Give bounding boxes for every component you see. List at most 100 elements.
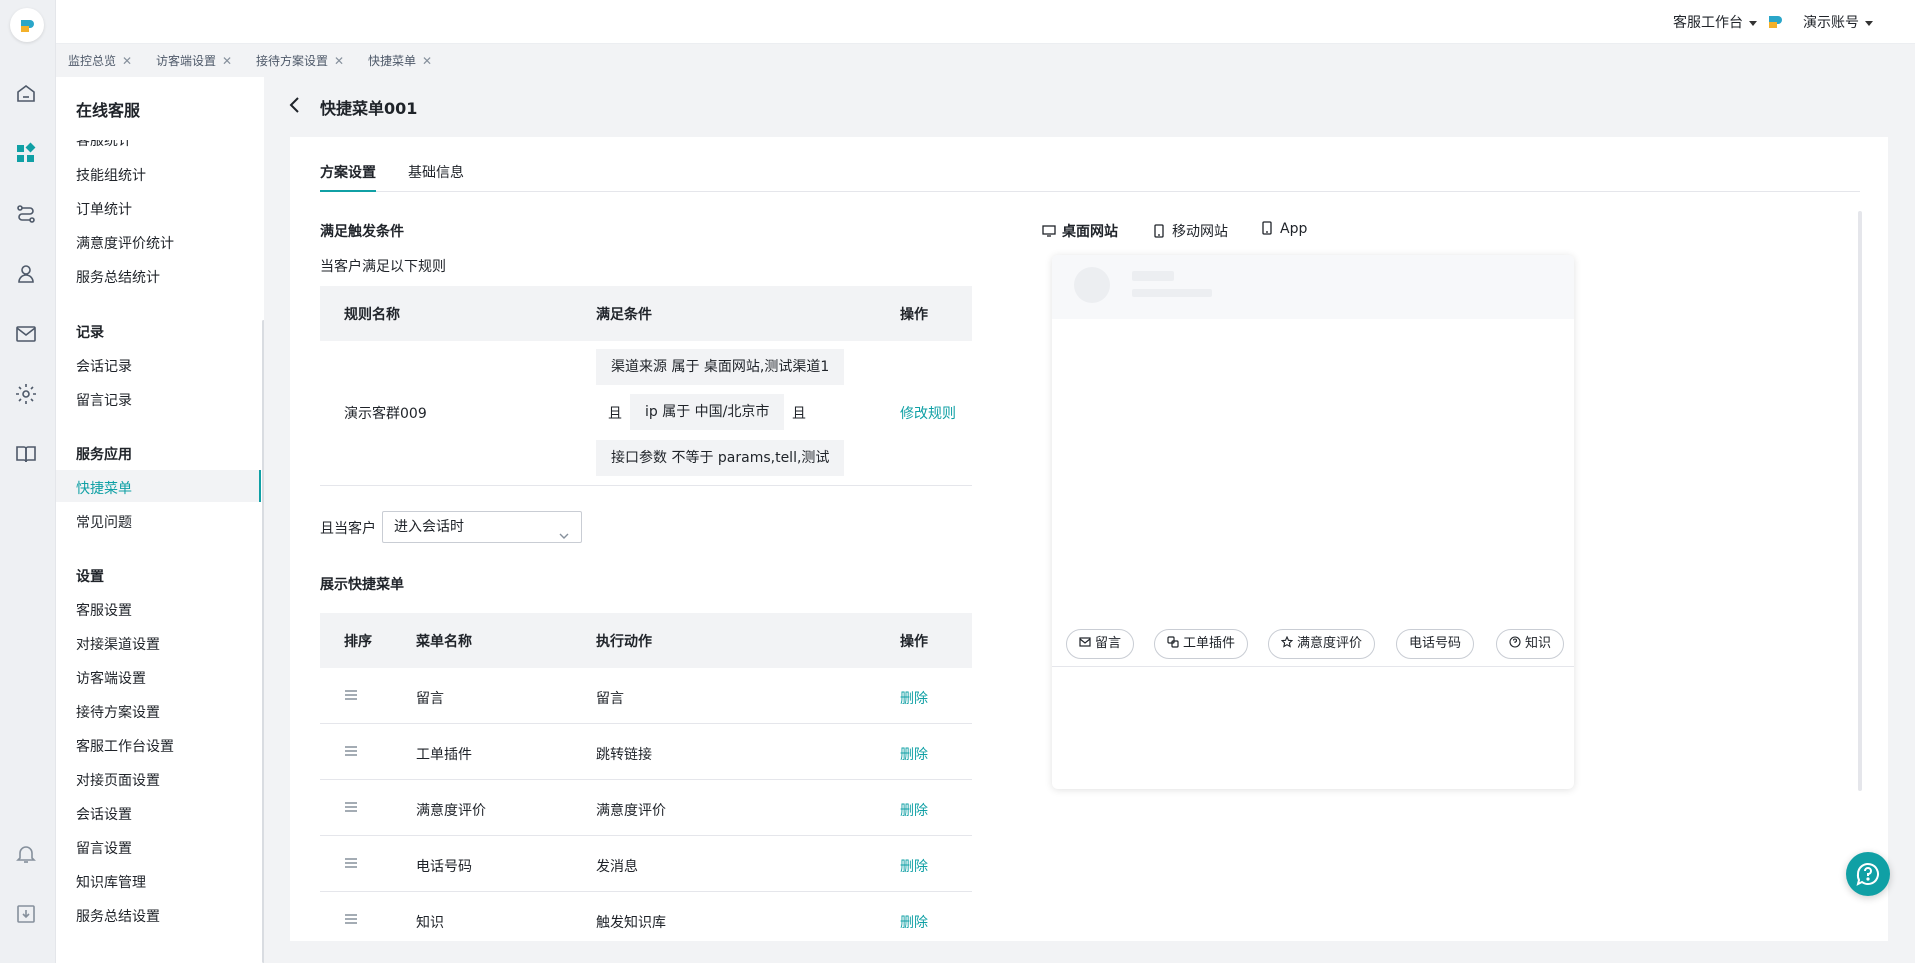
help-button[interactable] — [1846, 852, 1890, 896]
quick-chip[interactable]: 留言 — [1066, 629, 1135, 659]
gear-icon[interactable] — [14, 382, 38, 406]
avatar-placeholder — [1074, 267, 1110, 303]
book-icon[interactable] — [14, 442, 38, 466]
table-row: 电话号码 发消息 删除 — [320, 836, 972, 892]
account-dropdown[interactable]: 演示账号 — [1803, 12, 1873, 32]
col-condition: 满足条件 — [596, 307, 652, 323]
table-row: 满意度评价 满意度评价 删除 — [320, 780, 972, 836]
download-icon[interactable] — [14, 902, 38, 926]
sidebar-item-message-records[interactable]: 留言记录 — [76, 390, 132, 410]
when-select[interactable]: 进入会话时 — [382, 511, 582, 543]
sidebar-item-knowledge-settings[interactable]: 知识库管理 — [76, 872, 146, 892]
sidebar-item-summary-settings[interactable]: 服务总结设置 — [76, 906, 160, 926]
delete-link[interactable]: 删除 — [900, 912, 928, 932]
close-icon[interactable]: ✕ — [122, 54, 132, 68]
page-tabs: 监控总览 ✕ 访客端设置 ✕ 接待方案设置 ✕ 快捷菜单 ✕ — [56, 44, 1915, 77]
sidebar-item-order-stats[interactable]: 订单统计 — [76, 199, 132, 219]
mail-icon — [1079, 631, 1091, 647]
device-tab-mobile-web[interactable]: 移动网站 — [1152, 221, 1228, 241]
workspace-label: 客服工作台 — [1673, 15, 1743, 31]
tab-ink-bar — [320, 190, 376, 192]
menu-section-title: 展示快捷菜单 — [320, 577, 404, 593]
sidebar-item-quick-menu[interactable]: 快捷菜单 — [76, 478, 132, 498]
app-logo[interactable] — [10, 8, 44, 42]
close-icon[interactable]: ✕ — [222, 54, 232, 68]
quick-chip[interactable]: 满意度评价 — [1268, 629, 1376, 659]
link-icon — [1167, 631, 1179, 648]
col-sort: 排序 — [344, 634, 372, 650]
tab-visitor-settings[interactable]: 访客端设置 ✕ — [156, 52, 232, 69]
quick-chip[interactable]: 电话号码 — [1396, 629, 1475, 659]
grid-icon[interactable] — [14, 142, 38, 166]
tab-label: 接待方案设置 — [256, 54, 329, 68]
back-icon[interactable] — [288, 95, 302, 115]
sidebar-item-satisfaction-stats[interactable]: 满意度评价统计 — [76, 233, 174, 253]
user-icon[interactable] — [14, 262, 38, 286]
menu-table: 排序 菜单名称 执行动作 操作 留言 留言 删除 工单插件 跳转链接 删除 满意… — [320, 613, 972, 941]
sidebar-item-faq[interactable]: 常见问题 — [76, 512, 132, 532]
skeleton-line — [1132, 289, 1212, 297]
home-icon[interactable] — [14, 82, 38, 106]
device-tab-app[interactable]: App — [1260, 221, 1307, 237]
chat-preview: 留言 工单插件 满意度评价 电话号码 知识 — [1052, 255, 1574, 789]
close-icon[interactable]: ✕ — [334, 54, 344, 68]
route-icon[interactable] — [14, 202, 38, 226]
tab-label: 监控总览 — [68, 54, 117, 68]
sidebar-item-message-settings[interactable]: 留言设置 — [76, 838, 132, 858]
mail-icon[interactable] — [14, 322, 38, 346]
delete-link[interactable]: 删除 — [900, 856, 928, 876]
quick-chip[interactable]: 知识 — [1496, 629, 1565, 659]
tab-monitor[interactable]: 监控总览 ✕ — [68, 52, 132, 69]
caret-down-icon — [1749, 20, 1757, 26]
quick-chip[interactable]: 工单插件 — [1154, 629, 1249, 659]
sidebar-item-agent-settings[interactable]: 客服设置 — [76, 600, 132, 620]
drag-handle-icon[interactable] — [344, 912, 358, 926]
sidebar-item-agent-stats[interactable]: 客服统计 — [76, 140, 132, 150]
device-tab-desktop[interactable]: 桌面网站 — [1042, 221, 1118, 241]
drag-handle-icon[interactable] — [344, 688, 358, 702]
sidebar-title: 在线客服 — [76, 101, 141, 120]
menu-name-cell: 留言 — [416, 691, 444, 707]
rule-table: 规则名称 满足条件 操作 演示客群009 渠道来源 属于 桌面网站,测试渠道1 … — [320, 286, 972, 486]
menu-name-cell: 工单插件 — [416, 747, 472, 763]
tab-quick-menu[interactable]: 快捷菜单 ✕ — [368, 52, 432, 69]
chip-label: 工单插件 — [1183, 636, 1236, 651]
delete-link[interactable]: 删除 — [900, 800, 928, 820]
close-icon[interactable]: ✕ — [422, 54, 432, 68]
star-icon — [1280, 631, 1294, 648]
menu-name-cell: 满意度评价 — [416, 803, 486, 819]
sidebar-item-workbench-settings[interactable]: 客服工作台设置 — [76, 736, 174, 756]
sidebar-item-page-settings[interactable]: 对接页面设置 — [76, 770, 160, 790]
table-row: 留言 留言 删除 — [320, 668, 972, 724]
col-operation: 操作 — [900, 307, 928, 323]
workspace-dropdown[interactable]: 客服工作台 — [1673, 12, 1757, 32]
drag-handle-icon[interactable] — [344, 856, 358, 870]
tab-basic-info[interactable]: 基础信息 — [408, 162, 464, 182]
tab-reception-plan[interactable]: 接待方案设置 ✕ — [256, 52, 344, 69]
sidebar-item-skill-stats[interactable]: 技能组统计 — [76, 165, 146, 185]
sidebar-group-settings: 设置 — [76, 569, 104, 585]
row-divider — [320, 485, 972, 486]
edit-rule-link[interactable]: 修改规则 — [900, 403, 956, 423]
drag-handle-icon[interactable] — [344, 800, 358, 814]
tab-plan-settings[interactable]: 方案设置 — [320, 162, 376, 182]
when-select-value: 进入会话时 — [394, 519, 464, 535]
monitor-icon — [1042, 224, 1056, 238]
quick-menu-bar: 留言 工单插件 满意度评价 电话号码 知识 — [1052, 623, 1574, 667]
chip-label: 电话号码 — [1409, 636, 1462, 651]
sidebar-item-session-settings[interactable]: 会话设置 — [76, 804, 132, 824]
device-label: 桌面网站 — [1062, 224, 1118, 240]
bell-icon[interactable] — [14, 842, 38, 866]
sidebar-item-reception-settings[interactable]: 接待方案设置 — [76, 702, 160, 722]
preview-header — [1052, 255, 1574, 319]
sidebar-item-visitor-settings[interactable]: 访客端设置 — [76, 668, 146, 688]
delete-link[interactable]: 删除 — [900, 688, 928, 708]
preview-scrollbar[interactable] — [1858, 211, 1862, 791]
rule-name-cell: 演示客群009 — [344, 406, 427, 422]
sidebar-item-channel-settings[interactable]: 对接渠道设置 — [76, 634, 160, 654]
drag-handle-icon[interactable] — [344, 744, 358, 758]
delete-link[interactable]: 删除 — [900, 744, 928, 764]
sidebar-item-session-records[interactable]: 会话记录 — [76, 356, 132, 376]
sidebar-item-summary-stats[interactable]: 服务总结统计 — [76, 267, 160, 287]
trigger-section-title: 满足触发条件 — [320, 224, 404, 240]
